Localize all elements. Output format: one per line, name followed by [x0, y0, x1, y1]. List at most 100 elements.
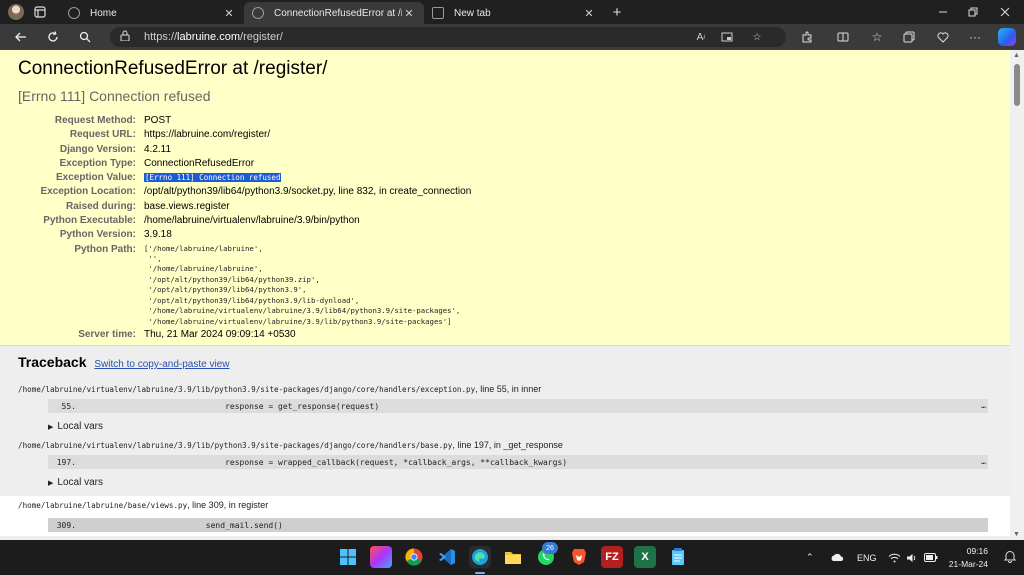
page-scrollbar[interactable]: ▲ ▼: [1010, 50, 1024, 540]
meta-row: Request URL: https://labruine.com/regist…: [18, 128, 471, 142]
frame-path: /home/labruine/virtualenv/labruine/3.9/l…: [18, 384, 542, 394]
meta-value: 3.9.18: [144, 229, 172, 241]
refresh-icon[interactable]: [42, 26, 64, 48]
meta-value: /home/labruine/virtualenv/labruine/3.9/b…: [144, 215, 360, 227]
context-line[interactable]: 197. response = wrapped_callback(request…: [48, 455, 988, 469]
line-number: 309.: [56, 520, 76, 530]
search-icon[interactable]: [74, 26, 96, 48]
traceback-frame: /home/labruine/virtualenv/labruine/3.9/l…: [18, 440, 992, 488]
excel-icon[interactable]: X: [634, 546, 656, 568]
scroll-down-icon[interactable]: ▼: [1013, 531, 1020, 538]
meta-row: Exception Type: ConnectionRefusedError: [18, 157, 471, 171]
context-line[interactable]: 309. send_mail.send(): [48, 518, 988, 532]
favorites-icon[interactable]: ☆: [866, 26, 888, 48]
more-options-icon[interactable]: ···: [964, 26, 986, 48]
meta-value: 4.2.11: [144, 143, 172, 155]
close-icon[interactable]: ✕: [582, 7, 596, 20]
scrollbar-thumb[interactable]: [1014, 64, 1020, 106]
copilot-pre-icon[interactable]: [370, 546, 392, 568]
traceback-heading: Traceback Switch to copy-and-paste view: [18, 354, 230, 370]
brave-icon[interactable]: [568, 546, 590, 568]
copilot-icon[interactable]: [998, 28, 1016, 46]
browser-essentials-icon[interactable]: [932, 26, 954, 48]
tab-connection-refused[interactable]: ConnectionRefusedError at /regis ✕: [244, 2, 424, 24]
tab-strip: Home ✕ ConnectionRefusedError at /regis …: [0, 0, 1024, 24]
tab-label: New tab: [454, 7, 491, 19]
expand-context-icon[interactable]: …: [981, 457, 986, 466]
exception-value-selected[interactable]: [Errno 111] Connection refused: [144, 173, 282, 183]
close-icon[interactable]: ✕: [222, 7, 236, 20]
notification-bell-icon[interactable]: [1003, 550, 1018, 564]
lock-icon[interactable]: [120, 30, 134, 44]
traceback-frame-user: /home/labruine/labruine/base/views.py, l…: [0, 496, 1010, 536]
system-clock[interactable]: 09:16 21-Mar-24: [949, 545, 988, 571]
screen: Home ✕ ConnectionRefusedError at /regis …: [0, 0, 1024, 575]
tab-new-tab[interactable]: New tab ✕: [424, 2, 604, 24]
back-icon[interactable]: [10, 26, 32, 48]
edge-icon[interactable]: [469, 546, 491, 568]
meta-row: Python Executable: /home/labruine/virtua…: [18, 214, 471, 228]
request-meta-table: Request Method: POST Request URL: https:…: [18, 114, 471, 342]
page-viewport: ConnectionRefusedError at /register/ [Er…: [0, 50, 1010, 540]
read-aloud-icon[interactable]: Aⅈ: [690, 27, 712, 47]
tab-label: Home: [90, 7, 117, 19]
meta-label: Django Version:: [59, 143, 136, 155]
volume-icon[interactable]: [906, 540, 918, 575]
split-screen-icon[interactable]: [832, 26, 854, 48]
address-bar[interactable]: https://labruine.com/register/ Aⅈ ☆: [110, 27, 786, 47]
meta-row: Request Method: POST: [18, 114, 471, 128]
navigation-bar: https://labruine.com/register/ Aⅈ ☆ ☆ ··…: [0, 24, 1024, 50]
notepad-icon[interactable]: [667, 546, 689, 568]
page-title: ConnectionRefusedError at /register/: [18, 58, 328, 79]
error-subtitle: [Errno 111] Connection refused: [18, 88, 211, 104]
battery-icon[interactable]: [924, 540, 938, 575]
filezilla-icon[interactable]: FZ: [601, 546, 623, 568]
hidden-icons-chevron-icon[interactable]: ⌃: [806, 540, 814, 575]
traceback-section: Traceback Switch to copy-and-paste view …: [0, 346, 1010, 540]
windows-start-icon[interactable]: [337, 546, 359, 568]
globe-icon: [68, 7, 80, 19]
workspaces-icon[interactable]: [28, 0, 52, 24]
meta-value-cell: ['/home/labruine/labruine', '', '/home/l…: [144, 243, 471, 328]
meta-label: Exception Location:: [40, 186, 136, 198]
meta-value: https://labruine.com/register/: [144, 129, 271, 141]
context-line[interactable]: 55. response = get_response(request) …: [48, 399, 988, 413]
meta-row: Python Version: 3.9.18: [18, 228, 471, 242]
line-number: 197.: [56, 457, 76, 467]
clock-date: 21-Mar-24: [948, 559, 988, 569]
extensions-icon[interactable]: [796, 26, 818, 48]
frame-path: /home/labruine/labruine/base/views.py, l…: [18, 500, 269, 510]
url-text: https://labruine.com/register/: [144, 31, 283, 43]
file-explorer-icon[interactable]: [502, 546, 524, 568]
favorite-star-icon[interactable]: ☆: [746, 27, 768, 47]
onedrive-cloud-icon[interactable]: [830, 540, 844, 575]
triangle-right-icon: ▶: [48, 424, 54, 431]
vscode-icon[interactable]: [436, 546, 458, 568]
chrome-icon[interactable]: [403, 546, 425, 568]
meta-value: /opt/alt/python39/lib64/python3.9/socket…: [144, 186, 472, 198]
meta-value: POST: [144, 115, 172, 126]
meta-row: Raised during: base.views.register: [18, 200, 471, 214]
frame-path: /home/labruine/virtualenv/labruine/3.9/l…: [18, 440, 563, 450]
language-indicator[interactable]: ENG: [857, 540, 877, 575]
collections-icon[interactable]: [898, 26, 920, 48]
meta-value: base.views.register: [144, 200, 230, 212]
window-close-icon[interactable]: [990, 0, 1020, 24]
source-code: response = wrapped_callback(request, *ca…: [148, 457, 568, 467]
app-available-icon[interactable]: [716, 27, 738, 47]
restore-icon[interactable]: [958, 0, 988, 24]
wifi-icon[interactable]: [888, 540, 901, 575]
local-vars-toggle[interactable]: ▶ Local vars: [48, 421, 992, 432]
switch-view-link[interactable]: Switch to copy-and-paste view: [94, 359, 229, 370]
minimize-icon[interactable]: [928, 0, 958, 24]
local-vars-toggle[interactable]: ▶ Local vars: [48, 477, 992, 488]
tab-home[interactable]: Home ✕: [60, 2, 244, 24]
meta-row: Python Path: ['/home/labruine/labruine',…: [18, 243, 471, 328]
expand-context-icon[interactable]: …: [981, 401, 986, 410]
new-tab-button[interactable]: +: [604, 0, 630, 24]
meta-value: ConnectionRefusedError: [144, 157, 255, 169]
scroll-up-icon[interactable]: ▲: [1013, 52, 1020, 59]
close-icon[interactable]: ✕: [402, 7, 416, 20]
meta-value-cell: [Errno 111] Connection refused: [144, 171, 471, 185]
profile-avatar[interactable]: [8, 4, 24, 20]
